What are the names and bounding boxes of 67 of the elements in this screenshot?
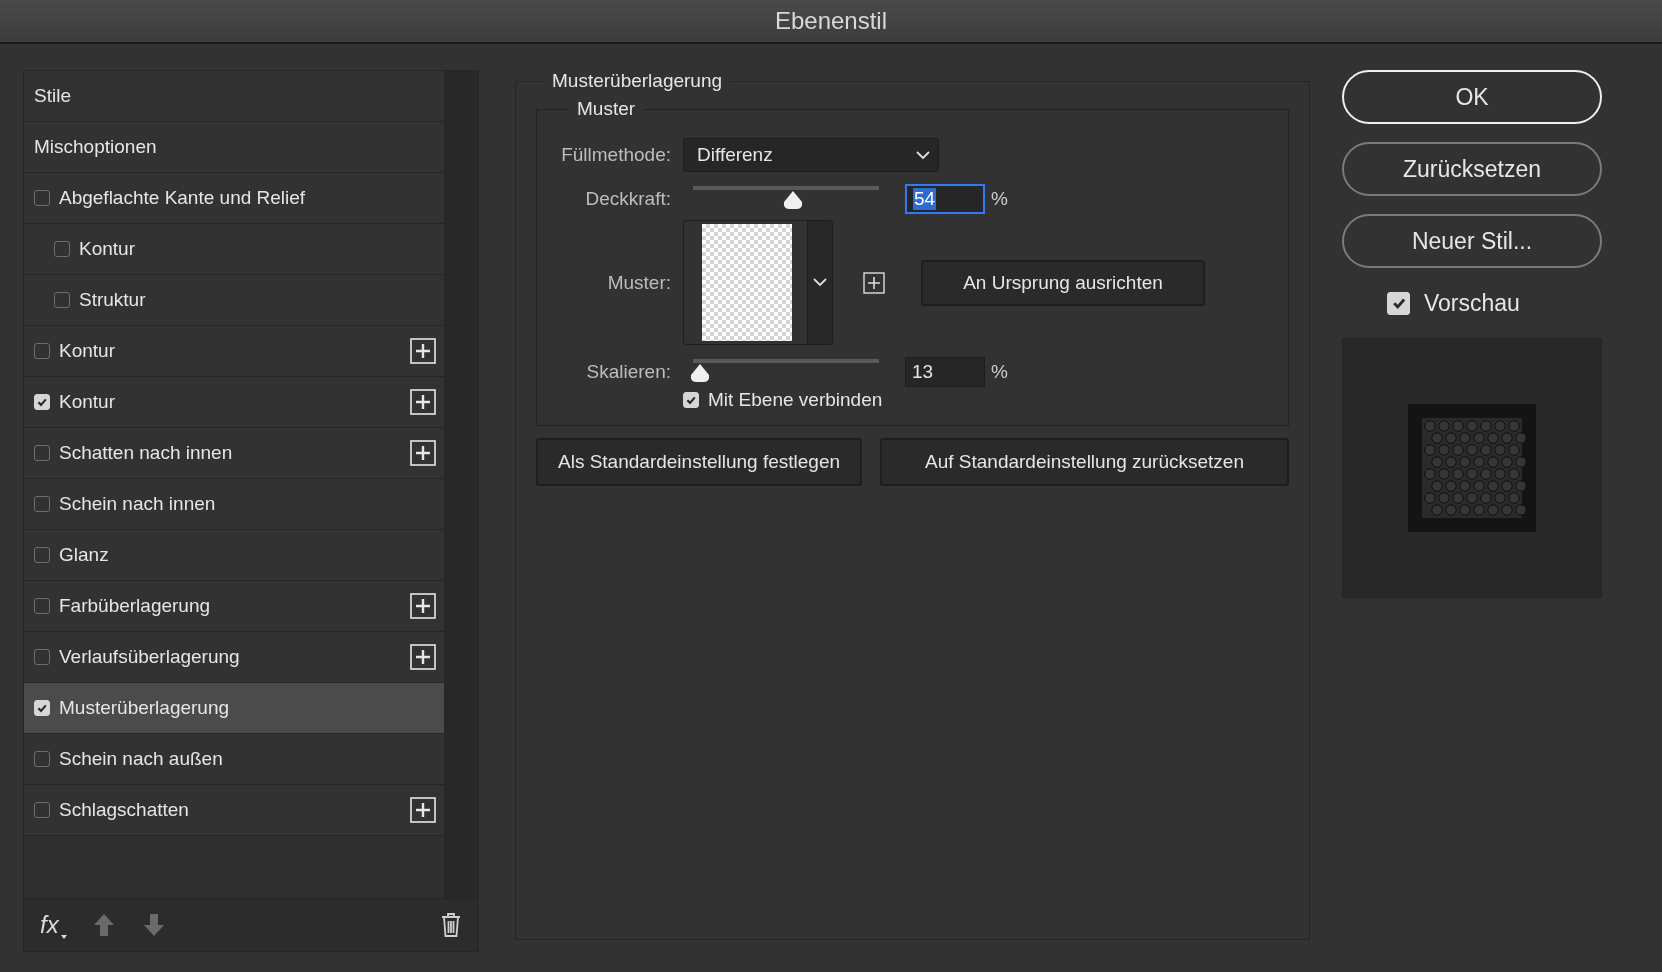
- dialog-button[interactable]: OK: [1342, 70, 1602, 124]
- trash-icon[interactable]: [440, 912, 462, 938]
- unit-label: %: [991, 361, 1008, 383]
- opacity-input[interactable]: 54: [905, 184, 985, 214]
- fx-menu[interactable]: fx: [40, 911, 65, 939]
- slider-thumb[interactable]: [689, 363, 712, 383]
- checkmark-icon: [36, 702, 48, 714]
- group-title: Muster: [576, 98, 637, 120]
- checkbox[interactable]: [34, 751, 50, 767]
- checkbox[interactable]: [54, 241, 70, 257]
- style-label: Schein nach außen: [59, 748, 223, 770]
- field-label: Muster:: [606, 271, 671, 294]
- style-label: Kontur: [59, 340, 115, 362]
- add-icon[interactable]: [410, 338, 436, 364]
- blend-mode-dropdown[interactable]: Differenz: [683, 138, 939, 172]
- field-label: Skalieren:: [585, 361, 671, 383]
- checkbox[interactable]: [34, 598, 50, 614]
- checkbox-label: Vorschau: [1424, 289, 1520, 317]
- style-label: Schatten nach innen: [59, 442, 233, 464]
- caret-icon: [916, 150, 930, 160]
- style-label: Abgeflachte Kante und Relief: [59, 187, 306, 209]
- slider-thumb[interactable]: [782, 190, 805, 210]
- style-label: Kontur: [79, 238, 135, 260]
- checkbox[interactable]: [34, 649, 50, 665]
- default-button[interactable]: Als Standardeinstellung festlegen: [536, 438, 863, 486]
- checkbox[interactable]: [34, 190, 50, 206]
- section-title: Musterüberlagerung: [551, 70, 724, 92]
- up-arrow-icon[interactable]: [92, 913, 115, 937]
- scale-input[interactable]: 13: [905, 357, 985, 387]
- add-icon[interactable]: [410, 593, 436, 619]
- add-icon[interactable]: [410, 797, 436, 823]
- field-label: Füllmethode:: [560, 144, 671, 166]
- style-label: Glanz: [59, 544, 109, 566]
- checkmark-icon: [36, 396, 48, 408]
- checkbox[interactable]: [34, 445, 50, 461]
- caret-icon: [60, 935, 67, 939]
- style-label: Mischoptionen: [34, 136, 157, 158]
- checkbox[interactable]: [34, 496, 50, 512]
- checkbox-label: Mit Ebene verbinden: [708, 389, 883, 411]
- checkbox[interactable]: [34, 343, 50, 359]
- style-label: Schein nach innen: [59, 493, 216, 515]
- add-icon[interactable]: [410, 644, 436, 670]
- add-icon[interactable]: [863, 271, 885, 294]
- checkmark-icon: [685, 394, 697, 406]
- style-label: Kontur: [59, 391, 115, 413]
- dialog-button[interactable]: Zurücksetzen: [1342, 142, 1602, 196]
- style-label: Struktur: [79, 289, 146, 311]
- add-icon[interactable]: [410, 440, 436, 466]
- add-icon[interactable]: [410, 389, 436, 415]
- down-arrow-icon[interactable]: [142, 913, 165, 937]
- checkbox[interactable]: [34, 802, 50, 818]
- style-label: Verlaufsüberlagerung: [59, 646, 240, 668]
- style-label: Musterüberlagerung: [59, 697, 230, 719]
- field-label: Deckkraft:: [584, 188, 671, 210]
- checkbox[interactable]: [34, 547, 50, 563]
- unit-label: %: [991, 188, 1008, 210]
- dialog-button[interactable]: Neuer Stil...: [1342, 214, 1602, 268]
- caret-icon: [813, 278, 827, 287]
- style-label: Farbüberlagerung: [59, 595, 211, 617]
- style-label: Stile: [34, 85, 71, 107]
- style-list-item[interactable]: Musterüberlagerung: [24, 683, 444, 734]
- checkbox[interactable]: [54, 292, 70, 308]
- window-title: Ebenenstil: [774, 7, 888, 35]
- pattern-picker[interactable]: [683, 220, 833, 345]
- default-button[interactable]: Auf Standardeinstellung zurücksetzen: [880, 438, 1289, 486]
- snap-to-origin-button[interactable]: An Ursprung ausrichten: [921, 259, 1205, 306]
- style-label: Schlagschatten: [59, 799, 189, 821]
